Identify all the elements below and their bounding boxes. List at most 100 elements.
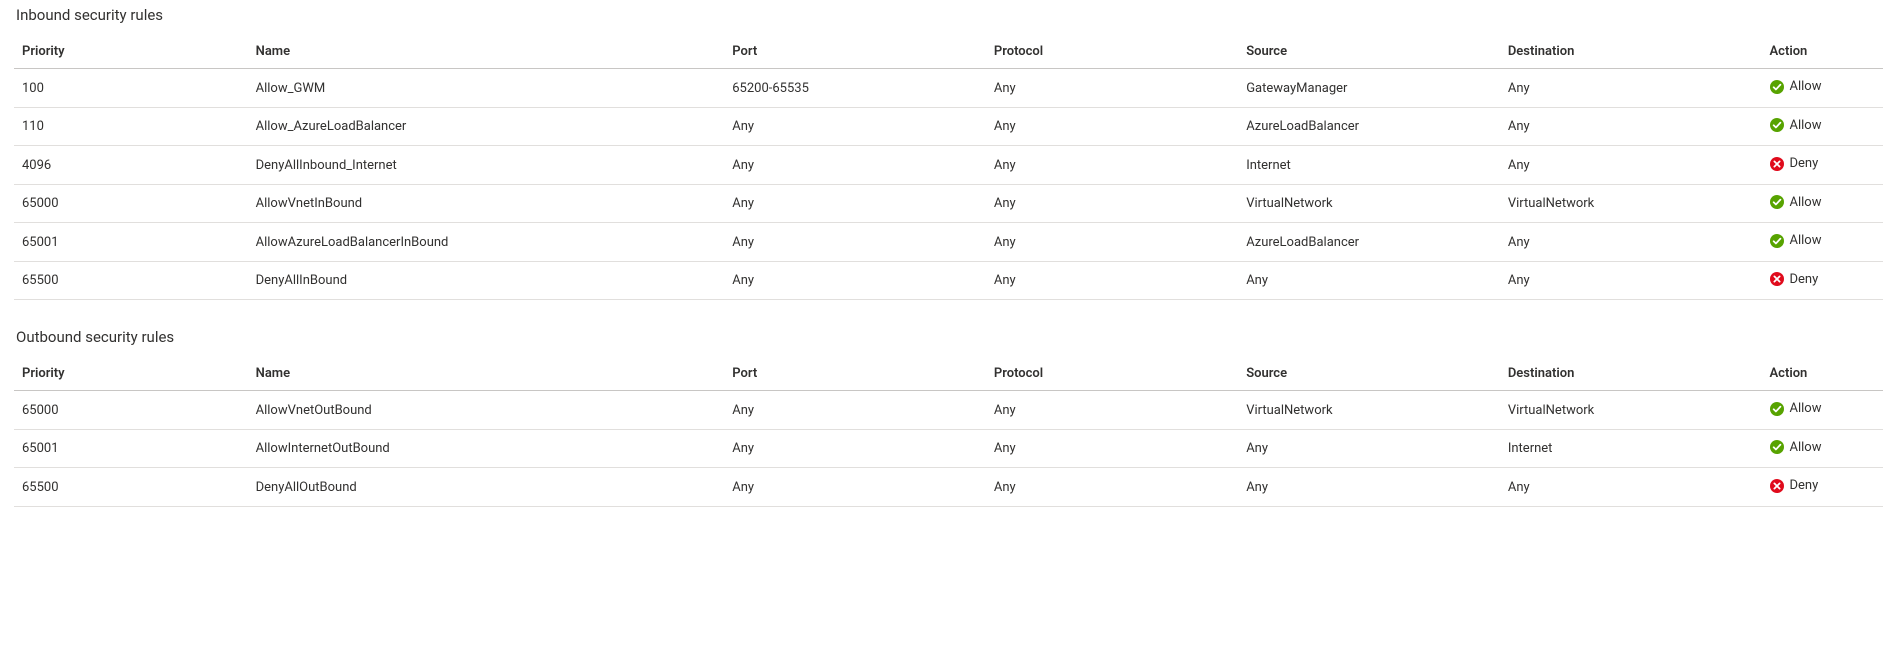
rules-table: PriorityNamePortProtocolSourceDestinatio… [14, 356, 1883, 507]
cell-action: Allow [1762, 107, 1884, 146]
cell-priority: 110 [14, 107, 248, 146]
rule-row[interactable]: 65500DenyAllOutBoundAnyAnyAnyAnyDeny [14, 468, 1883, 507]
col-header-destination[interactable]: Destination [1500, 356, 1762, 391]
cell-destination: VirtualNetwork [1500, 184, 1762, 223]
cell-source: Any [1238, 468, 1500, 507]
rule-row[interactable]: 110Allow_AzureLoadBalancer Any AnyAzureLoa… [14, 107, 1883, 146]
cell-protocol: Any [986, 223, 1238, 262]
col-header-source[interactable]: Source [1238, 356, 1500, 391]
col-header-port[interactable]: Port [724, 356, 986, 391]
cell-destination: Any [1500, 69, 1762, 108]
col-header-priority[interactable]: Priority [14, 356, 248, 391]
cell-protocol: Any [986, 107, 1238, 146]
cell-destination: VirtualNetwork [1500, 391, 1762, 430]
cell-priority: 100 [14, 69, 248, 108]
x-circle-icon [1770, 272, 1784, 286]
cell-name: AllowInternetOutBound [248, 429, 725, 468]
rule-row[interactable]: 65001AllowAzureLoadBalancerInBoundAnyAny… [14, 223, 1883, 262]
col-header-priority[interactable]: Priority [14, 34, 248, 69]
table-header-row: PriorityNamePortProtocolSourceDestinatio… [14, 356, 1883, 391]
section-title: Inbound security rules [14, 6, 1883, 24]
rule-row[interactable]: 4096DenyAllInbound_InternetAnyAnyInterne… [14, 146, 1883, 185]
cell-name: Allow_AzureLoadBalancer [248, 107, 725, 146]
rule-row[interactable]: 65000AllowVnetInBoundAnyAnyVirtualNetwor… [14, 184, 1883, 223]
cell-name: DenyAllInbound_Internet [248, 146, 725, 185]
check-circle-icon [1770, 80, 1784, 94]
cell-port: Any [724, 391, 986, 430]
cell-source: GatewayManager [1238, 69, 1500, 108]
cell-protocol: Any [986, 146, 1238, 185]
action-label: Deny [1790, 156, 1819, 171]
x-circle-icon [1770, 479, 1784, 493]
cell-action: Deny [1762, 261, 1884, 300]
col-header-destination[interactable]: Destination [1500, 34, 1762, 69]
check-circle-icon [1770, 234, 1784, 248]
cell-name: DenyAllInBound [248, 261, 725, 300]
check-circle-icon [1770, 402, 1784, 416]
cell-port: Any [724, 261, 986, 300]
cell-destination: Internet [1500, 429, 1762, 468]
cell-priority: 65001 [14, 429, 248, 468]
cell-source: Internet [1238, 146, 1500, 185]
action-label: Allow [1790, 233, 1822, 248]
cell-protocol: Any [986, 429, 1238, 468]
cell-source: VirtualNetwork [1238, 391, 1500, 430]
cell-source: AzureLoadBalancer [1238, 223, 1500, 262]
cell-action: Deny [1762, 146, 1884, 185]
cell-port: Any [724, 184, 986, 223]
rule-row[interactable]: 65001AllowInternetOutBoundAnyAnyAnyInter… [14, 429, 1883, 468]
check-circle-icon [1770, 118, 1784, 132]
cell-protocol: Any [986, 261, 1238, 300]
action-label: Allow [1790, 440, 1822, 455]
cell-source: Any [1238, 261, 1500, 300]
cell-name: AllowAzureLoadBalancerInBound [248, 223, 725, 262]
col-header-action[interactable]: Action [1762, 356, 1884, 391]
rule-row[interactable]: 65500DenyAllInBoundAnyAnyAnyAnyDeny [14, 261, 1883, 300]
cell-port: Any [724, 146, 986, 185]
section-title: Outbound security rules [14, 328, 1883, 346]
col-header-name[interactable]: Name [248, 34, 725, 69]
cell-destination: Any [1500, 261, 1762, 300]
rules-table: PriorityNamePortProtocolSourceDestinatio… [14, 34, 1883, 300]
cell-priority: 65500 [14, 261, 248, 300]
col-header-source[interactable]: Source [1238, 34, 1500, 69]
cell-priority: 65000 [14, 391, 248, 430]
cell-name: AllowVnetOutBound [248, 391, 725, 430]
cell-destination: Any [1500, 107, 1762, 146]
cell-priority: 65500 [14, 468, 248, 507]
cell-port: Any [724, 223, 986, 262]
cell-priority: 4096 [14, 146, 248, 185]
col-header-port[interactable]: Port [724, 34, 986, 69]
rules-section: Outbound security rules PriorityNamePortP… [14, 328, 1883, 507]
x-circle-icon [1770, 157, 1784, 171]
rule-row[interactable]: 100Allow_GWM65200-65535AnyGatewayManager… [14, 69, 1883, 108]
check-circle-icon [1770, 195, 1784, 209]
action-label: Allow [1790, 118, 1822, 133]
cell-port: 65200-65535 [724, 69, 986, 108]
cell-name: DenyAllOutBound [248, 468, 725, 507]
action-label: Allow [1790, 195, 1822, 210]
cell-action: Deny [1762, 468, 1884, 507]
cell-action: Allow [1762, 223, 1884, 262]
cell-name: Allow_GWM [248, 69, 725, 108]
cell-protocol: Any [986, 468, 1238, 507]
col-header-name[interactable]: Name [248, 356, 725, 391]
cell-action: Allow [1762, 391, 1884, 430]
cell-destination: Any [1500, 146, 1762, 185]
table-header-row: PriorityNamePortProtocolSourceDestinatio… [14, 34, 1883, 69]
rule-row[interactable]: 65000AllowVnetOutBoundAnyAnyVirtualNetwo… [14, 391, 1883, 430]
col-header-protocol[interactable]: Protocol [986, 356, 1238, 391]
cell-destination: Any [1500, 223, 1762, 262]
col-header-action[interactable]: Action [1762, 34, 1884, 69]
cell-priority: 65001 [14, 223, 248, 262]
cell-priority: 65000 [14, 184, 248, 223]
cell-name: AllowVnetInBound [248, 184, 725, 223]
cell-destination: Any [1500, 468, 1762, 507]
cell-source: Any [1238, 429, 1500, 468]
cell-source: AzureLoadBalancer [1238, 107, 1500, 146]
cell-action: Allow [1762, 69, 1884, 108]
cell-protocol: Any [986, 69, 1238, 108]
action-label: Deny [1790, 272, 1819, 287]
col-header-protocol[interactable]: Protocol [986, 34, 1238, 69]
cell-action: Allow [1762, 184, 1884, 223]
